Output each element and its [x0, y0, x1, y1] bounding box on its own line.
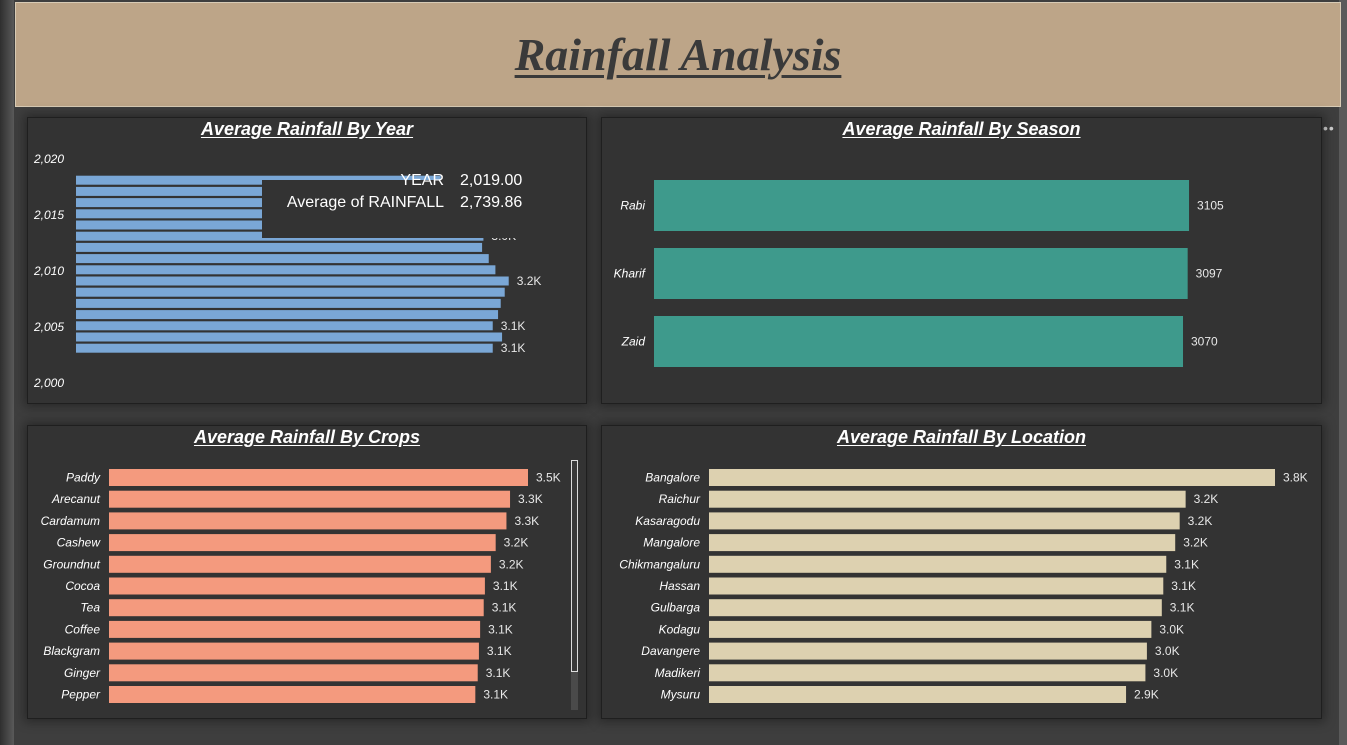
location-bar-chikmangaluru: [709, 555, 1167, 573]
location-value-label-davangere: 3.0K: [1155, 644, 1180, 658]
location-category-label-kodagu: Kodagu: [659, 622, 701, 636]
location-category-label-madikeri: Madikeri: [655, 666, 701, 680]
location-bar-madikeri: [709, 664, 1146, 682]
location-value-label-chikmangaluru: 3.1K: [1174, 557, 1199, 571]
location-bar-mangalore: [709, 534, 1176, 552]
location-bar-gulbarga: [709, 599, 1162, 617]
location-category-label-davangere: Davangere: [641, 644, 700, 658]
location-value-label-hassan: 3.1K: [1171, 579, 1196, 593]
location-bar-bangalore: [709, 469, 1275, 486]
location-bar-hassan: [709, 577, 1164, 595]
location-value-label-gulbarga: 3.1K: [1170, 601, 1195, 615]
location-bar-kasaragodu: [709, 512, 1180, 530]
location-bar-mysuru: [709, 686, 1127, 703]
location-category-label-bangalore: Bangalore: [645, 471, 700, 485]
location-bar-raichur: [709, 490, 1186, 508]
location-category-label-chikmangaluru: Chikmangaluru: [619, 557, 700, 571]
location-bar-davangere: [709, 642, 1147, 660]
location-category-label-gulbarga: Gulbarga: [651, 601, 701, 615]
location-value-label-kasaragodu: 3.2K: [1188, 514, 1213, 528]
location-category-label-mangalore: Mangalore: [643, 536, 700, 550]
location-category-label-raichur: Raichur: [659, 492, 701, 506]
location-value-label-madikeri: 3.0K: [1153, 666, 1178, 680]
location-category-label-kasaragodu: Kasaragodu: [635, 514, 700, 528]
location-bar-kodagu: [709, 620, 1152, 638]
location-value-label-mysuru: 2.9K: [1134, 688, 1159, 702]
location-category-label-hassan: Hassan: [659, 579, 700, 593]
location-category-label-mysuru: Mysuru: [661, 688, 701, 702]
location-value-label-raichur: 3.2K: [1194, 492, 1219, 506]
location-value-label-kodagu: 3.0K: [1159, 622, 1184, 636]
location-value-label-mangalore: 3.2K: [1183, 536, 1208, 550]
location-chart: Bangalore 3.8K Raichur 3.2K Kasaragodu 3.2K Ma…: [619, 469, 1308, 703]
location-value-label-bangalore: 3.8K: [1283, 471, 1308, 485]
